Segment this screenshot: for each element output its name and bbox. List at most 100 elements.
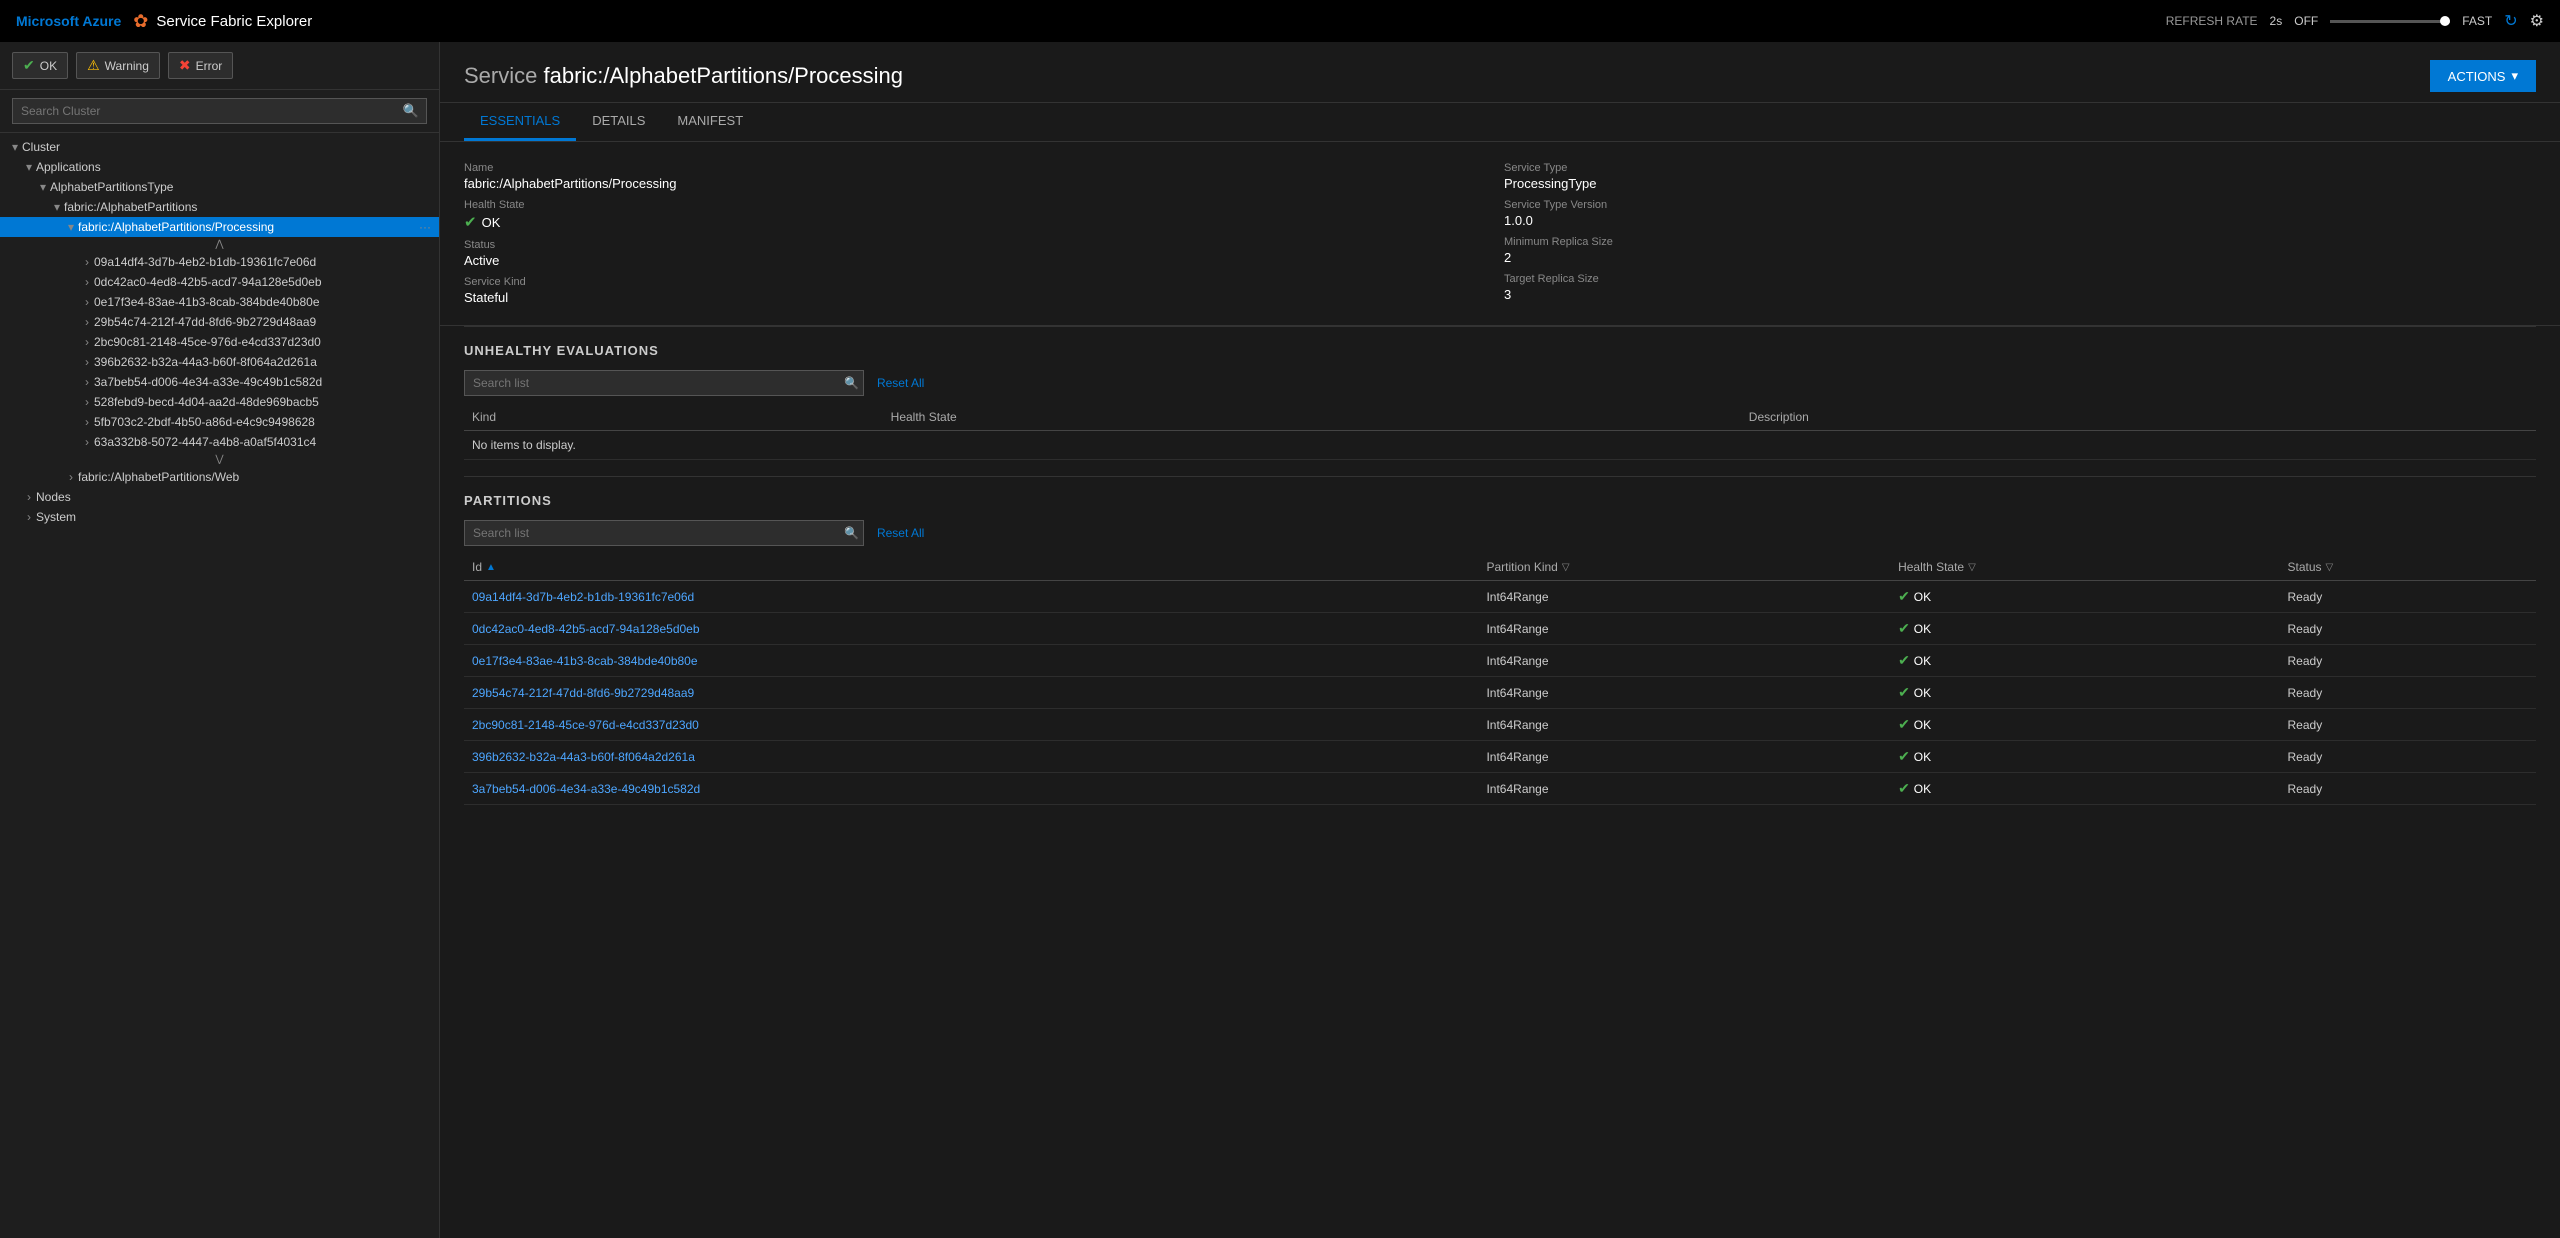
web-arrow: › bbox=[64, 470, 78, 484]
sidebar-partition-item[interactable]: ›0dc42ac0-4ed8-42b5-acd7-94a128e5d0eb bbox=[0, 272, 439, 292]
expand-up-button[interactable]: ⋀ bbox=[0, 237, 439, 252]
partition-kind-cell: Int64Range bbox=[1478, 645, 1890, 677]
col-health-state: Health State bbox=[883, 404, 1741, 431]
sidebar-partition-item[interactable]: ›29b54c74-212f-47dd-8fd6-9b2729d48aa9 bbox=[0, 312, 439, 332]
partition-kind-cell: Int64Range bbox=[1478, 581, 1890, 613]
partition-arrow: › bbox=[80, 375, 94, 389]
expand-down-button[interactable]: ⋁ bbox=[0, 452, 439, 467]
error-filter-button[interactable]: ✖ Error bbox=[168, 52, 233, 79]
unhealthy-search-icon: 🔍 bbox=[844, 376, 859, 390]
tab-bar: ESSENTIALS DETAILS MANIFEST bbox=[440, 103, 2560, 142]
sidebar-item-fabric-alphabet[interactable]: ▾ fabric:/AlphabetPartitions bbox=[0, 197, 439, 217]
partition-kind-cell: Int64Range bbox=[1478, 709, 1890, 741]
partition-status-cell: Ready bbox=[2280, 773, 2536, 805]
field-health: Health State ✔ OK bbox=[464, 195, 1496, 235]
partitions-table: Id ▲ Partition Kind ▽ He bbox=[464, 554, 2536, 805]
partitions-table-header: Id ▲ Partition Kind ▽ He bbox=[464, 554, 2536, 581]
partition-id-cell[interactable]: 396b2632-b32a-44a3-b60f-8f064a2d261a bbox=[464, 741, 1478, 773]
sidebar-item-processing[interactable]: ▾ fabric:/AlphabetPartitions/Processing … bbox=[0, 217, 439, 237]
sidebar-item-applications[interactable]: ▾ Applications bbox=[0, 157, 439, 177]
field-service-type: Service Type ProcessingType bbox=[1504, 158, 2536, 195]
refresh-slider[interactable] bbox=[2330, 20, 2450, 23]
col-partition-kind: Partition Kind ▽ bbox=[1478, 554, 1890, 581]
health-state-filter-icon[interactable]: ▽ bbox=[1968, 562, 1976, 573]
health-dot-icon: ✔ bbox=[1898, 716, 1910, 733]
tab-details[interactable]: DETAILS bbox=[576, 103, 661, 141]
partition-id: 5fb703c2-2bdf-4b50-a86d-e4c9c9498628 bbox=[94, 415, 439, 429]
col-id: Id ▲ bbox=[464, 554, 1478, 581]
unhealthy-reset-all[interactable]: Reset All bbox=[877, 376, 924, 390]
search-cluster-input[interactable] bbox=[12, 98, 427, 124]
partition-kind-filter-icon[interactable]: ▽ bbox=[1562, 562, 1570, 573]
sidebar-partition-item[interactable]: ›09a14df4-3d7b-4eb2-b1db-19361fc7e06d bbox=[0, 252, 439, 272]
health-text: OK bbox=[482, 215, 501, 230]
ok-filter-button[interactable]: ✔ OK bbox=[12, 52, 68, 79]
partition-id-cell[interactable]: 2bc90c81-2148-45ce-976d-e4cd337d23d0 bbox=[464, 709, 1478, 741]
sidebar-partition-item[interactable]: ›396b2632-b32a-44a3-b60f-8f064a2d261a bbox=[0, 352, 439, 372]
fast-label: FAST bbox=[2462, 14, 2492, 28]
health-badge: ✔ OK bbox=[1898, 588, 1931, 605]
partitions-search-input[interactable] bbox=[464, 520, 864, 546]
sidebar-partition-item[interactable]: ›63a332b8-5072-4447-a4b8-a0af5f4031c4 bbox=[0, 432, 439, 452]
tab-essentials[interactable]: ESSENTIALS bbox=[464, 103, 576, 141]
partition-id: 29b54c74-212f-47dd-8fd6-9b2729d48aa9 bbox=[94, 315, 439, 329]
health-dot-icon: ✔ bbox=[1898, 652, 1910, 669]
settings-icon[interactable]: ⚙ bbox=[2530, 11, 2544, 31]
unhealthy-table-header: Kind Health State Description bbox=[464, 404, 2536, 431]
azure-logo: Microsoft Azure bbox=[16, 13, 121, 29]
unhealthy-title: UNHEALTHY EVALUATIONS bbox=[464, 343, 2536, 358]
warning-label: Warning bbox=[105, 59, 149, 73]
partition-health-cell: ✔ OK bbox=[1890, 709, 2279, 741]
cluster-label: Cluster bbox=[22, 140, 439, 154]
nav-left: Microsoft Azure ✿ Service Fabric Explore… bbox=[16, 11, 312, 32]
partition-status-cell: Ready bbox=[2280, 581, 2536, 613]
sidebar-partition-item[interactable]: ›3a7beb54-d006-4e34-a33e-49c49b1c582d bbox=[0, 372, 439, 392]
partition-id-cell[interactable]: 3a7beb54-d006-4e34-a33e-49c49b1c582d bbox=[464, 773, 1478, 805]
service-type-version-label: Service Type Version bbox=[1504, 199, 2536, 211]
health-badge-text: OK bbox=[1914, 750, 1931, 764]
sidebar-item-nodes[interactable]: › Nodes bbox=[0, 487, 439, 507]
partition-status-cell: Ready bbox=[2280, 741, 2536, 773]
actions-label: ACTIONS bbox=[2448, 69, 2506, 84]
health-badge-text: OK bbox=[1914, 654, 1931, 668]
partition-id-cell[interactable]: 0e17f3e4-83ae-41b3-8cab-384bde40b80e bbox=[464, 645, 1478, 677]
status-filter-icon[interactable]: ▽ bbox=[2326, 562, 2334, 573]
warning-filter-button[interactable]: ⚠ Warning bbox=[76, 52, 160, 79]
refresh-icon[interactable]: ↻ bbox=[2504, 11, 2517, 31]
partitions-reset-all[interactable]: Reset All bbox=[877, 526, 924, 540]
essentials-right: Service Type ProcessingType Service Type… bbox=[1504, 158, 2536, 309]
unhealthy-search-input[interactable] bbox=[464, 370, 864, 396]
sidebar-item-web[interactable]: › fabric:/AlphabetPartitions/Web bbox=[0, 467, 439, 487]
sidebar-item-alphabet-type[interactable]: ▾ AlphabetPartitionsType bbox=[0, 177, 439, 197]
partition-arrow: › bbox=[80, 435, 94, 449]
health-state-header: Health State ▽ bbox=[1898, 560, 1976, 574]
sidebar-partition-item[interactable]: ›528febd9-becd-4d04-aa2d-48de969bacb5 bbox=[0, 392, 439, 412]
alphabet-type-label: AlphabetPartitionsType bbox=[50, 180, 439, 194]
health-value: ✔ OK bbox=[464, 213, 1496, 231]
field-target-replica: Target Replica Size 3 bbox=[1504, 269, 2536, 306]
partition-id-cell[interactable]: 0dc42ac0-4ed8-42b5-acd7-94a128e5d0eb bbox=[464, 613, 1478, 645]
partition-arrow: › bbox=[80, 295, 94, 309]
table-row: 29b54c74-212f-47dd-8fd6-9b2729d48aa9 Int… bbox=[464, 677, 2536, 709]
sidebar-partition-item[interactable]: ›5fb703c2-2bdf-4b50-a86d-e4c9c9498628 bbox=[0, 412, 439, 432]
table-row: 0dc42ac0-4ed8-42b5-acd7-94a128e5d0eb Int… bbox=[464, 613, 2536, 645]
applications-arrow: ▾ bbox=[22, 160, 36, 174]
sidebar-partition-item[interactable]: ›0e17f3e4-83ae-41b3-8cab-384bde40b80e bbox=[0, 292, 439, 312]
partitions-title: PARTITIONS bbox=[464, 493, 2536, 508]
fabric-alphabet-label: fabric:/AlphabetPartitions bbox=[64, 200, 439, 214]
nav-brand: ✿ Service Fabric Explorer bbox=[133, 11, 312, 32]
table-row: 396b2632-b32a-44a3-b60f-8f064a2d261a Int… bbox=[464, 741, 2536, 773]
sidebar-item-cluster[interactable]: ▾ Cluster bbox=[0, 137, 439, 157]
actions-button[interactable]: ACTIONS ▾ bbox=[2430, 60, 2536, 92]
sidebar-item-system[interactable]: › System bbox=[0, 507, 439, 527]
more-options-button[interactable]: ··· bbox=[411, 220, 439, 234]
unhealthy-evaluations-section: UNHEALTHY EVALUATIONS 🔍 Reset All Kind H… bbox=[440, 327, 2560, 476]
partition-health-cell: ✔ OK bbox=[1890, 677, 2279, 709]
sidebar-partition-item[interactable]: ›2bc90c81-2148-45ce-976d-e4cd337d23d0 bbox=[0, 332, 439, 352]
col-status-partitions: Status ▽ bbox=[2280, 554, 2536, 581]
partition-id-cell[interactable]: 09a14df4-3d7b-4eb2-b1db-19361fc7e06d bbox=[464, 581, 1478, 613]
tab-manifest[interactable]: MANIFEST bbox=[661, 103, 759, 141]
partition-id-cell[interactable]: 29b54c74-212f-47dd-8fd6-9b2729d48aa9 bbox=[464, 677, 1478, 709]
service-type-value: ProcessingType bbox=[1504, 176, 2536, 191]
partition-health-cell: ✔ OK bbox=[1890, 773, 2279, 805]
